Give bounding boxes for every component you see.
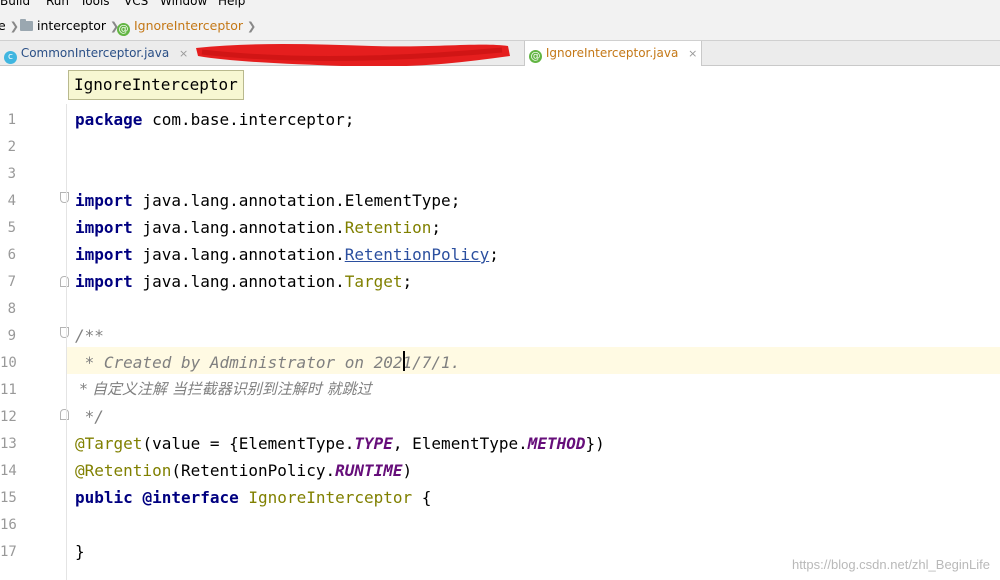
reference-link[interactable]: RetentionPolicy: [345, 245, 490, 264]
line-number: 8: [7, 301, 16, 317]
code-text: (value = {ElementType.: [142, 434, 355, 453]
line-number: 1: [7, 112, 16, 128]
chevron-right-icon: ❯: [9, 20, 19, 33]
chevron-right-icon: ❯: [246, 20, 257, 33]
line-number: 4: [7, 193, 16, 209]
line-number: 10: [0, 355, 17, 371]
code-text: (RetentionPolicy.: [171, 461, 336, 480]
unused-import: Retention: [344, 218, 432, 237]
unused-import: Target: [344, 272, 403, 291]
code-text: java.lang.annotation.: [132, 272, 345, 291]
line-gutter: 1 2 3 4 5 6 7 8 9 10 11 12 13 14 15 16 1…: [0, 104, 69, 580]
line-number: 12: [0, 409, 17, 425]
menu-run[interactable]: Run: [46, 0, 69, 8]
code-line-6: import java.lang.annotation.RetentionPol…: [75, 241, 499, 268]
enum-constant: METHOD: [527, 434, 586, 453]
code-text: com.base.interceptor;: [142, 110, 355, 129]
tab-label: CommonInterceptor.java: [20, 46, 170, 60]
breadcrumb-label: e: [0, 18, 6, 33]
keyword: import: [75, 191, 133, 210]
tab-commoninterceptor[interactable]: c CommonInterceptor.java ×: [0, 41, 188, 65]
code-line-9: /**: [75, 326, 104, 345]
line-number: 9: [7, 328, 16, 344]
watermark: https://blog.csdn.net/zhl_BeginLife: [791, 557, 990, 572]
text-caret: [403, 351, 405, 371]
enum-constant: RUNTIME: [335, 461, 403, 480]
line-number: 14: [0, 463, 17, 479]
line-number: 17: [0, 544, 17, 560]
code-text: java.lang.annotation.: [132, 218, 345, 237]
breadcrumb-label: interceptor: [36, 18, 107, 33]
line-number: 2: [7, 139, 16, 155]
class-icon: c: [4, 51, 17, 64]
code-line-4: import java.lang.annotation.ElementType;: [75, 187, 460, 214]
line-number: 7: [7, 274, 16, 290]
line-number: 16: [0, 517, 17, 533]
close-icon[interactable]: ×: [688, 47, 697, 60]
fold-marker-icon[interactable]: [60, 327, 69, 338]
fold-marker-icon[interactable]: [60, 276, 69, 287]
code-text: ;: [450, 191, 461, 210]
code-text: java.lang.annotation.: [132, 245, 345, 264]
code-text: }): [585, 434, 605, 453]
code-text: ElementType: [344, 191, 451, 210]
code-line-5: import java.lang.annotation.Retention;: [75, 214, 441, 241]
menu-tools[interactable]: Tools: [80, 0, 110, 8]
annotation-icon: @: [117, 23, 130, 36]
code-line-14: @Retention(RetentionPolicy.RUNTIME): [75, 457, 412, 484]
code-line-12: */: [75, 407, 104, 426]
code-text: ;: [489, 245, 499, 264]
type-name: IgnoreInterceptor: [248, 488, 413, 507]
folder-icon: [20, 19, 33, 31]
annotation: @Retention: [75, 461, 172, 480]
code-text: java.lang.annotation.: [132, 191, 345, 210]
keyword: public: [75, 488, 133, 507]
code-line-17: }: [75, 542, 85, 561]
keyword: import: [75, 245, 133, 264]
menu-help[interactable]: Help: [218, 0, 245, 8]
code-line-1: package com.base.interceptor;: [75, 106, 354, 133]
keyword: @interface: [142, 488, 239, 507]
code-line-13: @Target(value = {ElementType.TYPE, Eleme…: [75, 430, 605, 457]
breadcrumb-item-root[interactable]: e ❯: [0, 18, 19, 33]
line-number: 6: [7, 247, 16, 263]
keyword: import: [75, 218, 133, 237]
tab-label: IgnoreInterceptor.java: [545, 46, 679, 60]
line-number: 13: [0, 436, 17, 452]
code-text: {: [412, 488, 432, 507]
breadcrumb-label: IgnoreInterceptor: [133, 18, 243, 33]
breadcrumb-item-ignoreinterceptor[interactable]: @ IgnoreInterceptor ❯: [117, 18, 256, 36]
code-text: ;: [402, 272, 413, 291]
menu-vcs[interactable]: VCS: [124, 0, 148, 8]
enum-constant: TYPE: [354, 434, 393, 453]
menu-bar: Build Run Tools VCS Window Help: [0, 0, 1000, 10]
code-text: , ElementType.: [392, 434, 528, 453]
fold-marker-icon[interactable]: [60, 409, 69, 420]
annotation: @Target: [75, 434, 143, 453]
tab-ignoreinterceptor[interactable]: @ IgnoreInterceptor.java ×: [524, 41, 702, 66]
line-number: 11: [0, 382, 17, 398]
code-line-15: public @interface IgnoreInterceptor {: [75, 484, 431, 511]
code-text: ;: [431, 218, 442, 237]
code-line-11: * 自定义注解 当拦截器识别到注解时 就跳过: [75, 380, 372, 398]
breadcrumb-item-interceptor[interactable]: interceptor ❯: [20, 18, 119, 33]
annotation-icon: @: [529, 50, 542, 63]
keyword: import: [75, 272, 133, 291]
breadcrumb: e ❯ interceptor ❯ @ IgnoreInterceptor ❯: [0, 10, 1000, 41]
menu-build[interactable]: Build: [0, 0, 30, 8]
close-icon[interactable]: ×: [179, 47, 188, 60]
line-number: 15: [0, 490, 17, 506]
code-text: ): [402, 461, 413, 480]
tooltip: IgnoreInterceptor: [68, 70, 244, 100]
gutter-divider: [66, 104, 67, 580]
fold-marker-icon[interactable]: [60, 192, 69, 203]
code-line-7: import java.lang.annotation.Target;: [75, 268, 412, 295]
line-number: 3: [7, 166, 16, 182]
keyword: package: [75, 110, 143, 129]
line-number: 5: [7, 220, 16, 236]
menu-window[interactable]: Window: [160, 0, 207, 8]
